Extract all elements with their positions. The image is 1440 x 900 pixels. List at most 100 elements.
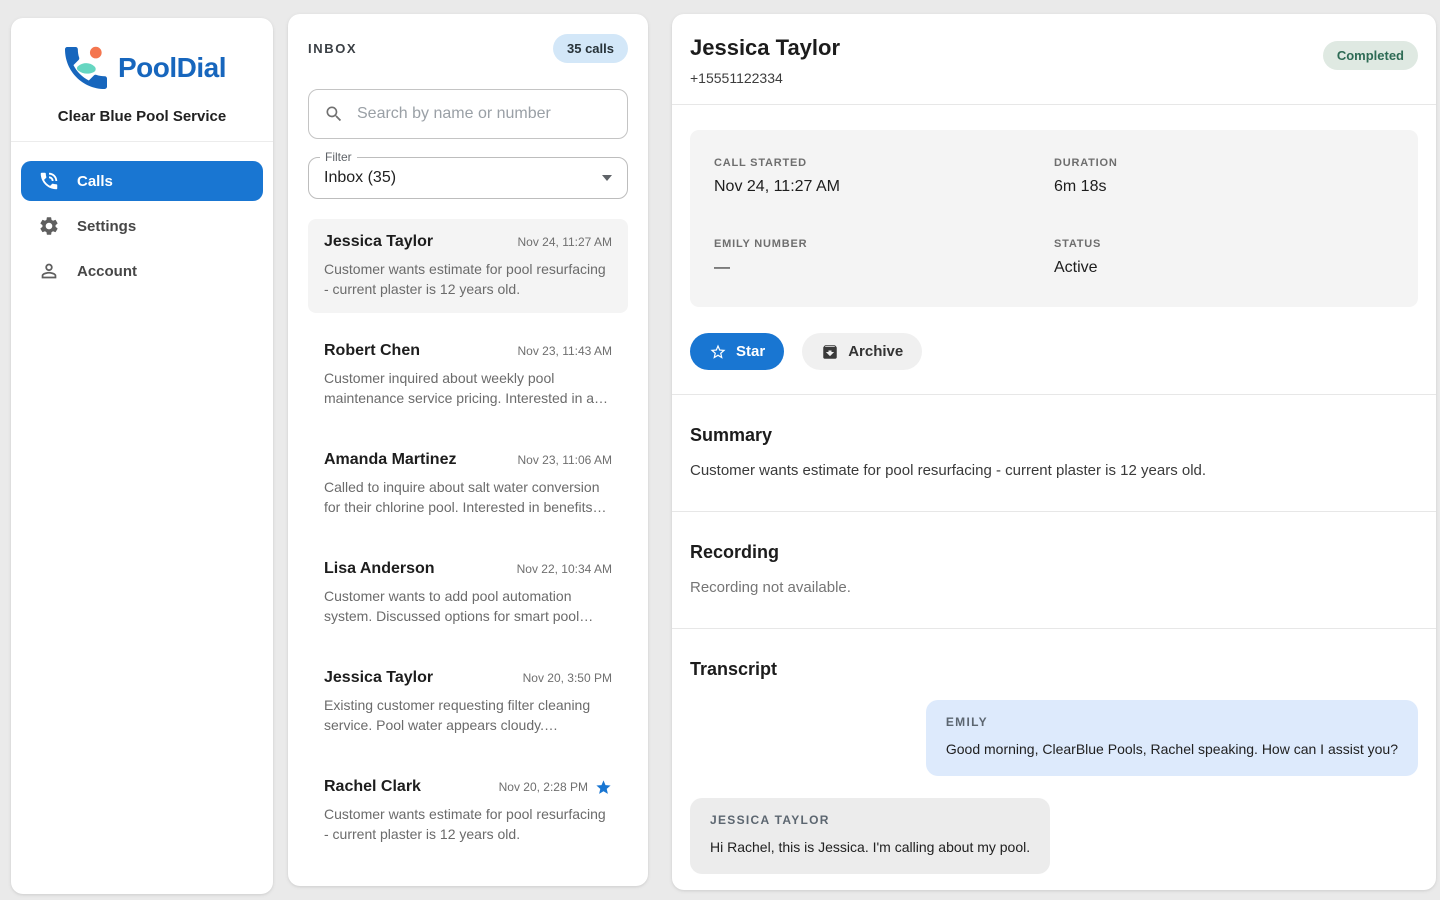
bubble-speaker: JESSICA TAYLOR	[710, 813, 1030, 828]
star-outline-icon	[709, 343, 727, 361]
company-name: Clear Blue Pool Service	[11, 108, 273, 125]
star-filled-icon	[595, 779, 612, 796]
caller-phone: +15551122334	[690, 70, 840, 86]
info-label: EMILY NUMBER	[714, 238, 1054, 250]
sidebar-nav: Calls Settings Account	[11, 142, 273, 291]
call-item-time: Nov 22, 10:34 AM	[517, 562, 612, 576]
summary-section: Summary Customer wants estimate for pool…	[672, 395, 1436, 512]
bubble-speaker: EMILY	[946, 715, 1398, 730]
bubble-text: Good morning, ClearBlue Pools, Rachel sp…	[946, 740, 1398, 759]
call-item-snippet: Existing customer requesting filter clea…	[324, 695, 612, 735]
call-list: Jessica Taylor Nov 24, 11:27 AM Customer…	[288, 199, 648, 858]
call-info-block: CALL STARTED Nov 24, 11:27 AM DURATION 6…	[672, 105, 1436, 395]
call-count-badge: 35 calls	[553, 34, 628, 63]
call-item-header: Jessica Taylor Nov 20, 3:50 PM	[324, 669, 612, 687]
transcript-bubble: JESSICA TAYLOR Hi Rachel, this is Jessic…	[690, 798, 1050, 874]
search-box[interactable]	[308, 89, 628, 139]
pooldial-logo: PoolDial	[11, 40, 273, 96]
star-button[interactable]: Star	[690, 333, 784, 370]
inbox-title: INBOX	[308, 41, 357, 56]
call-item-name: Amanda Martinez	[324, 451, 456, 469]
call-list-item[interactable]: Jessica Taylor Nov 24, 11:27 AM Customer…	[308, 219, 628, 313]
info-emily-number: EMILY NUMBER —	[714, 238, 1054, 277]
app-title: PoolDial	[118, 52, 226, 84]
call-item-snippet: Called to inquire about salt water conve…	[324, 477, 612, 517]
call-list-item[interactable]: Amanda Martinez Nov 23, 11:06 AM Called …	[308, 437, 628, 531]
call-item-time: Nov 24, 11:27 AM	[518, 235, 613, 249]
call-item-meta: Nov 23, 11:43 AM	[518, 344, 613, 358]
call-item-header: Amanda Martinez Nov 23, 11:06 AM	[324, 451, 612, 469]
archive-button[interactable]: Archive	[802, 333, 922, 370]
call-item-header: Jessica Taylor Nov 24, 11:27 AM	[324, 233, 612, 251]
archive-icon	[821, 343, 839, 361]
call-item-meta: Nov 22, 10:34 AM	[517, 562, 612, 576]
filter-value: Inbox (35)	[324, 169, 396, 187]
inbox-header: INBOX 35 calls	[288, 14, 648, 63]
call-item-name: Lisa Anderson	[324, 560, 435, 578]
call-item-snippet: Customer wants estimate for pool resurfa…	[324, 259, 612, 299]
person-icon	[38, 260, 60, 282]
archive-button-label: Archive	[848, 343, 903, 360]
filter-label: Filter	[320, 150, 357, 164]
call-item-snippet: Customer inquired about weekly pool main…	[324, 368, 612, 408]
call-list-item[interactable]: Lisa Anderson Nov 22, 10:34 AM Customer …	[308, 546, 628, 640]
sidebar-item-settings[interactable]: Settings	[21, 206, 263, 246]
recording-text: Recording not available.	[690, 579, 1418, 596]
info-value: Nov 24, 11:27 AM	[714, 178, 1054, 196]
call-item-meta: Nov 24, 11:27 AM	[518, 235, 613, 249]
transcript-bubble: EMILY Good morning, ClearBlue Pools, Rac…	[926, 700, 1418, 776]
info-value: Active	[1054, 259, 1394, 277]
info-status: STATUS Active	[1054, 238, 1394, 277]
action-buttons: Star Archive	[690, 333, 1418, 370]
info-call-started: CALL STARTED Nov 24, 11:27 AM	[714, 157, 1054, 196]
sidebar-item-account[interactable]: Account	[21, 251, 263, 291]
call-item-time: Nov 20, 3:50 PM	[523, 671, 612, 685]
recording-section: Recording Recording not available.	[672, 512, 1436, 629]
sidebar-item-label: Calls	[77, 173, 113, 190]
call-item-header: Robert Chen Nov 23, 11:43 AM	[324, 342, 612, 360]
bubble-text: Hi Rachel, this is Jessica. I'm calling …	[710, 838, 1030, 857]
call-item-time: Nov 23, 11:06 AM	[518, 453, 613, 467]
gear-icon	[38, 215, 60, 237]
call-item-name: Robert Chen	[324, 342, 420, 360]
filter-select[interactable]: Filter Inbox (35)	[308, 157, 628, 199]
call-item-meta: Nov 20, 3:50 PM	[523, 671, 612, 685]
inbox-panel: INBOX 35 calls Filter Inbox (35) Jessica…	[288, 14, 648, 886]
call-info-card: CALL STARTED Nov 24, 11:27 AM DURATION 6…	[690, 130, 1418, 307]
transcript-section: Transcript EMILY Good morning, ClearBlue…	[672, 629, 1436, 890]
call-item-header: Rachel Clark Nov 20, 2:28 PM	[324, 778, 612, 796]
recording-title: Recording	[690, 542, 1418, 563]
call-item-snippet: Customer wants estimate for pool resurfa…	[324, 804, 612, 844]
phone-in-talk-icon	[38, 170, 60, 192]
chevron-down-icon	[602, 175, 612, 181]
call-item-name: Rachel Clark	[324, 778, 421, 796]
phone-logo-icon	[58, 40, 114, 96]
call-list-item[interactable]: Robert Chen Nov 23, 11:43 AM Customer in…	[308, 328, 628, 422]
call-list-item[interactable]: Rachel Clark Nov 20, 2:28 PM Customer wa…	[308, 764, 628, 858]
sidebar-item-calls[interactable]: Calls	[21, 161, 263, 201]
summary-text: Customer wants estimate for pool resurfa…	[690, 462, 1418, 479]
info-duration: DURATION 6m 18s	[1054, 157, 1394, 196]
call-item-name: Jessica Taylor	[324, 233, 433, 251]
caller-name: Jessica Taylor	[690, 35, 840, 61]
transcript-title: Transcript	[690, 659, 1418, 680]
call-item-time: Nov 20, 2:28 PM	[499, 780, 588, 794]
search-icon	[324, 104, 344, 124]
info-label: STATUS	[1054, 238, 1394, 250]
info-label: DURATION	[1054, 157, 1394, 169]
call-item-header: Lisa Anderson Nov 22, 10:34 AM	[324, 560, 612, 578]
call-item-name: Jessica Taylor	[324, 669, 433, 687]
info-value: —	[714, 259, 1054, 277]
call-item-meta: Nov 23, 11:06 AM	[518, 453, 613, 467]
search-input[interactable]	[357, 105, 612, 123]
summary-title: Summary	[690, 425, 1418, 446]
star-button-label: Star	[736, 343, 765, 360]
call-item-time: Nov 23, 11:43 AM	[518, 344, 613, 358]
call-list-item[interactable]: Jessica Taylor Nov 20, 3:50 PM Existing …	[308, 655, 628, 749]
sidebar-item-label: Settings	[77, 218, 136, 235]
call-item-snippet: Customer wants to add pool automation sy…	[324, 586, 612, 626]
sidebar: PoolDial Clear Blue Pool Service Calls S…	[11, 18, 273, 894]
info-label: CALL STARTED	[714, 157, 1054, 169]
status-badge: Completed	[1323, 41, 1418, 70]
info-value: 6m 18s	[1054, 178, 1394, 196]
